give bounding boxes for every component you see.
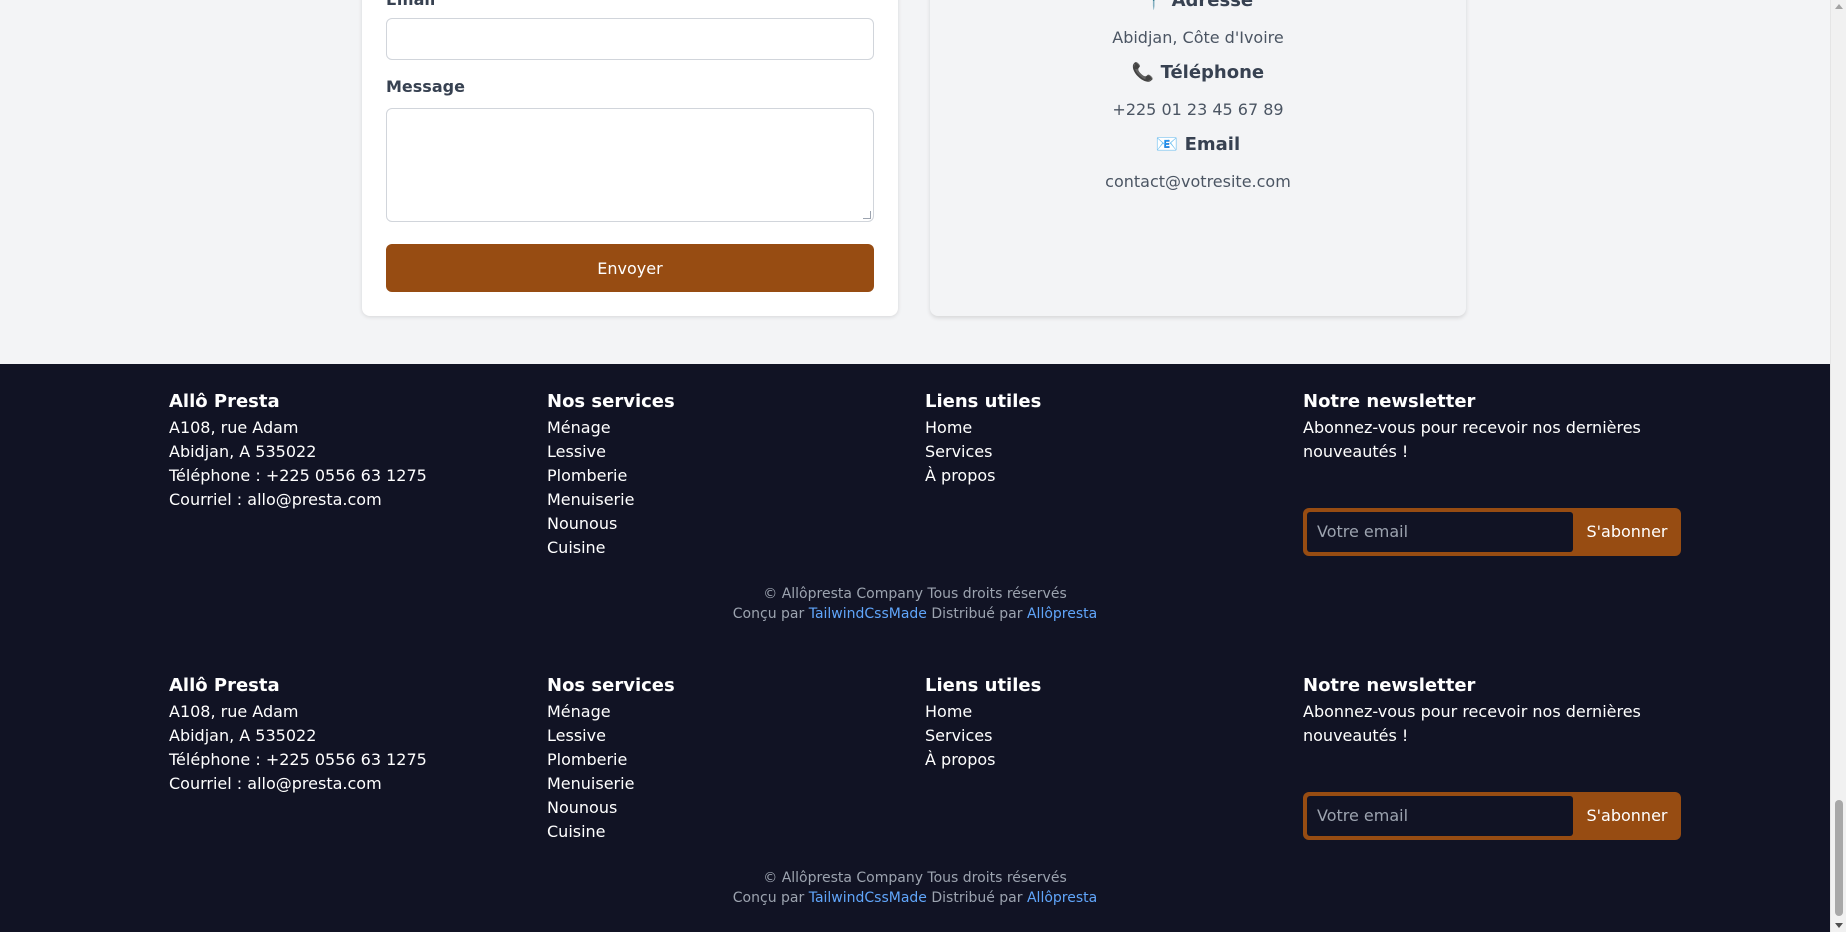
email-heading: 📧 Email — [1155, 134, 1241, 155]
pin-icon: 📍 — [1142, 0, 1166, 11]
contact-info-card: 📍 Adresse Abidjan, Côte d'Ivoire 📞 Télép… — [930, 0, 1466, 316]
address-heading: 📍 Adresse — [930, 0, 1466, 11]
services-title: Nos services — [547, 391, 675, 412]
footer: Allô Presta A108, rue Adam Abidjan, A 53… — [0, 364, 1830, 648]
service-link-lessive[interactable]: Lessive — [547, 440, 907, 464]
footer-newsletter: Notre newsletter Abonnez-vous pour recev… — [1303, 390, 1693, 556]
email-field[interactable] — [386, 18, 874, 60]
email-value: contact@votresite.com — [1105, 172, 1291, 191]
company-city: Abidjan, A 535022 — [169, 726, 317, 745]
service-link-menuiserie[interactable]: Menuiserie — [547, 488, 907, 512]
newsletter-email-input[interactable]: Votre email — [1307, 512, 1573, 552]
address-value: Abidjan, Côte d'Ivoire — [1112, 28, 1284, 47]
phone-icon: 📞 — [1131, 62, 1155, 83]
services-title: Nos services — [547, 675, 675, 696]
company-address: A108, rue Adam — [169, 702, 299, 721]
designer-link[interactable]: TailwindCssMade — [809, 890, 927, 906]
footer-links: Liens utiles Home Services À propos — [925, 390, 1285, 488]
footer-services: Nos services Ménage Lessive Plomberie Me… — [547, 390, 907, 560]
scroll-up-arrow-icon[interactable] — [1835, 4, 1843, 9]
service-link-lessive[interactable]: Lessive — [547, 724, 907, 748]
credits: Conçu par TailwindCssMade Distribué par … — [732, 890, 1098, 906]
company-city: Abidjan, A 535022 — [169, 442, 317, 461]
service-link-menage[interactable]: Ménage — [547, 416, 907, 440]
service-link-cuisine[interactable]: Cuisine — [547, 820, 907, 844]
newsletter-title: Notre newsletter — [1303, 391, 1476, 412]
footer-company: Allô Presta A108, rue Adam Abidjan, A 53… — [169, 390, 529, 512]
newsletter-form: Votre email S'abonner — [1303, 792, 1681, 840]
link-services[interactable]: Services — [925, 724, 1285, 748]
newsletter-email-input[interactable]: Votre email — [1307, 796, 1573, 836]
link-about[interactable]: À propos — [925, 748, 1285, 772]
subscribe-button[interactable]: S'abonner — [1573, 508, 1681, 556]
credits: Conçu par TailwindCssMade Distribué par … — [732, 606, 1098, 622]
links-title: Liens utiles — [925, 675, 1042, 696]
mail-icon: 📧 — [1155, 134, 1179, 155]
footer-duplicate: Allô Presta A108, rue Adam Abidjan, A 53… — [0, 648, 1830, 932]
service-link-plomberie[interactable]: Plomberie — [547, 748, 907, 772]
page-scrollbar[interactable] — [1830, 0, 1846, 932]
newsletter-text: Abonnez-vous pour recevoir nos dernières… — [1303, 418, 1641, 461]
footer-newsletter: Notre newsletter Abonnez-vous pour recev… — [1303, 674, 1693, 840]
service-link-cuisine[interactable]: Cuisine — [547, 536, 907, 560]
company-phone: Téléphone : +225 0556 63 1275 — [169, 750, 427, 769]
service-link-nounous[interactable]: Nounous — [547, 796, 907, 820]
phone-heading: 📞 Téléphone — [1131, 62, 1265, 83]
scrollbar-thumb[interactable] — [1835, 800, 1843, 916]
distributor-link[interactable]: Allôpresta — [1027, 606, 1097, 622]
send-button[interactable]: Envoyer — [386, 244, 874, 292]
footer-company: Allô Presta A108, rue Adam Abidjan, A 53… — [169, 674, 529, 796]
newsletter-form: Votre email S'abonner — [1303, 508, 1681, 556]
scroll-down-arrow-icon[interactable] — [1835, 923, 1843, 928]
service-link-nounous[interactable]: Nounous — [547, 512, 907, 536]
link-about[interactable]: À propos — [925, 464, 1285, 488]
link-home[interactable]: Home — [925, 416, 1285, 440]
subscribe-button[interactable]: S'abonner — [1573, 792, 1681, 840]
footer-services: Nos services Ménage Lessive Plomberie Me… — [547, 674, 907, 844]
company-email: Courriel : allo@presta.com — [169, 490, 382, 509]
phone-value: +225 01 23 45 67 89 — [1112, 100, 1284, 119]
company-phone: Téléphone : +225 0556 63 1275 — [169, 466, 427, 485]
message-field[interactable] — [386, 108, 874, 222]
contact-form: Email Message Envoyer — [362, 0, 898, 316]
contact-section: Email Message Envoyer 📍 Adresse Abidjan,… — [0, 0, 1830, 364]
copyright: © Allôpresta Company Tous droits réservé… — [0, 584, 1830, 624]
designer-link[interactable]: TailwindCssMade — [809, 606, 927, 622]
company-title: Allô Presta — [169, 391, 280, 412]
copyright-text: © Allôpresta Company Tous droits réservé… — [763, 586, 1067, 602]
link-services[interactable]: Services — [925, 440, 1285, 464]
newsletter-title: Notre newsletter — [1303, 675, 1476, 696]
service-link-menuiserie[interactable]: Menuiserie — [547, 772, 907, 796]
email-label: Email — [386, 0, 435, 9]
link-home[interactable]: Home — [925, 700, 1285, 724]
copyright-text: © Allôpresta Company Tous droits réservé… — [763, 870, 1067, 886]
service-link-plomberie[interactable]: Plomberie — [547, 464, 907, 488]
service-link-menage[interactable]: Ménage — [547, 700, 907, 724]
resize-handle-icon[interactable] — [863, 211, 871, 219]
message-label: Message — [386, 77, 465, 96]
company-email: Courriel : allo@presta.com — [169, 774, 382, 793]
footer-links: Liens utiles Home Services À propos — [925, 674, 1285, 772]
company-title: Allô Presta — [169, 675, 280, 696]
copyright: © Allôpresta Company Tous droits réservé… — [0, 868, 1830, 908]
company-address: A108, rue Adam — [169, 418, 299, 437]
links-title: Liens utiles — [925, 391, 1042, 412]
distributor-link[interactable]: Allôpresta — [1027, 890, 1097, 906]
newsletter-text: Abonnez-vous pour recevoir nos dernières… — [1303, 702, 1641, 745]
